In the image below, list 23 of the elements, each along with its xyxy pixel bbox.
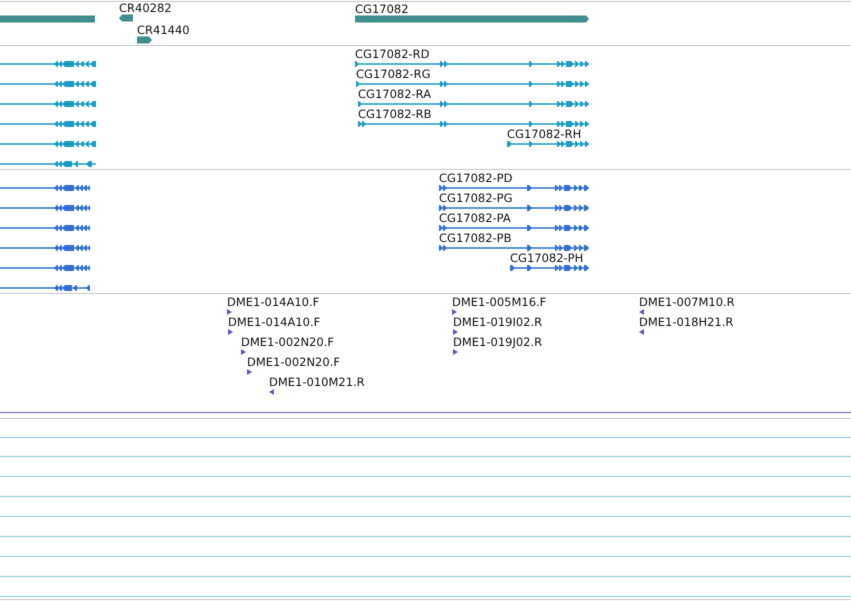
feature-label: CG17082-PG	[439, 191, 513, 205]
feature-label: DME1-010M21.R	[269, 375, 365, 389]
feature-label: DME1-018H21.R	[639, 315, 734, 329]
feature-label: DME1-002N20.F	[247, 355, 340, 369]
feature-label: CG17082-PA	[439, 211, 511, 225]
feature-label: CG17082-PH	[510, 251, 584, 265]
feature-label: CG17082	[355, 2, 409, 16]
feature-label: CG17082-RG	[356, 67, 431, 81]
feature-label: CR41440	[137, 23, 190, 37]
feature-label: CG17082-RD	[355, 47, 430, 61]
feature-label: CR40282	[119, 1, 172, 15]
feature-label: CG17082-PD	[439, 171, 512, 185]
feature-label: CG17082-PB	[439, 231, 512, 245]
feature-label: DME1-005M16.F	[452, 295, 546, 309]
feature-label: DME1-019J02.R	[453, 335, 542, 349]
feature-label: CG17082-RB	[358, 107, 432, 121]
feature-label: DME1-002N20.F	[241, 335, 334, 349]
feature-label: DME1-014A10.F	[228, 315, 320, 329]
feature-label: DME1-014A10.F	[227, 295, 320, 309]
feature-label: DME1-019I02.R	[453, 315, 542, 329]
feature-label: CG17082-RA	[358, 87, 432, 101]
feature-label: DME1-007M10.R	[639, 295, 735, 309]
feature-label: CG17082-RH	[507, 127, 582, 141]
